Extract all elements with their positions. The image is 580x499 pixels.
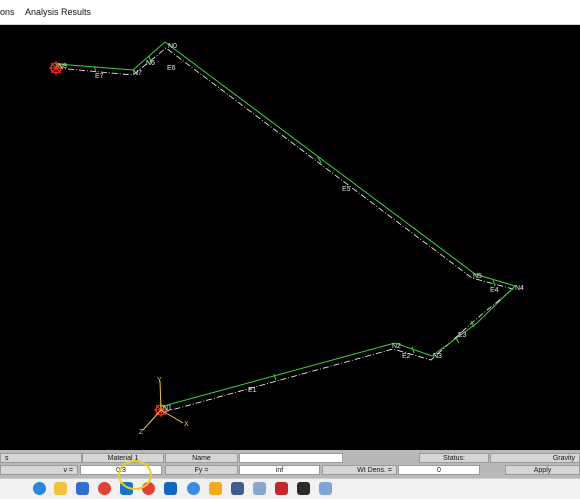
node-label-n1: N1 [163, 405, 172, 412]
axis-label-x: X [184, 421, 189, 428]
node-label-n7: N7 [133, 70, 142, 77]
axis-label-y: Y [157, 377, 162, 384]
gravity-label: Gravity [490, 453, 580, 463]
snipping-icon[interactable] [253, 482, 266, 495]
menu-results[interactable]: Results [61, 7, 91, 17]
calculator-icon[interactable] [231, 482, 244, 495]
name-label: Name [165, 453, 238, 463]
panel-left-label: s [0, 453, 82, 463]
app-window-icon[interactable] [319, 482, 332, 495]
poisson-input[interactable]: 0.3 [80, 465, 162, 475]
wt-dens-label: Wt Dens. = [322, 465, 397, 475]
element-label-e6: E6 [167, 65, 176, 72]
node-label-n0: N0 [168, 43, 177, 50]
fy-label: Fy = [165, 465, 238, 475]
file-explorer-icon[interactable] [54, 482, 67, 495]
element-label-e1: E1 [248, 387, 257, 394]
office-icon[interactable] [142, 482, 155, 495]
terminal-icon[interactable] [297, 482, 310, 495]
signal-icon[interactable] [187, 482, 200, 495]
status-label: Status: [419, 453, 489, 463]
node-label-n8: N8 [58, 63, 67, 70]
frame-model [49, 41, 516, 431]
app-red-icon[interactable] [275, 482, 288, 495]
axis-label-z: Z [139, 429, 144, 436]
paint-icon[interactable] [209, 482, 222, 495]
element-label-e5: E5 [342, 186, 351, 193]
node-label-n4: N4 [515, 285, 524, 292]
mail-icon[interactable] [164, 482, 177, 495]
node-label-n3: N3 [433, 353, 442, 360]
element-label-e7: E7 [95, 73, 104, 80]
element-label-e4: E4 [490, 287, 499, 294]
apply-button[interactable]: Apply [505, 465, 580, 475]
chrome-icon[interactable] [98, 482, 111, 495]
members [56, 41, 516, 408]
properties-panel: s Material 1 Name Status: Gravity v = 0.… [0, 450, 580, 478]
wt-dens-input[interactable]: 0 [398, 465, 480, 475]
model-canvas[interactable]: N8 N7 N6 N0 N5 N4 N3 N2 N1 E7 E6 E5 E4 E… [0, 25, 580, 450]
taskbar [0, 478, 580, 499]
element-label-e3: E3 [458, 332, 467, 339]
element-label-e2: E2 [402, 353, 411, 360]
outlook-icon[interactable] [120, 482, 133, 495]
node-label-n5: N5 [473, 273, 482, 280]
app-icon[interactable] [76, 482, 89, 495]
edge-icon[interactable] [33, 482, 46, 495]
menu-options[interactable]: ons [0, 7, 15, 17]
material-button[interactable]: Material 1 [82, 453, 164, 463]
name-input[interactable] [239, 453, 343, 463]
menu-bar: ons Analysis Results [0, 0, 580, 25]
menu-analysis[interactable]: Analysis [25, 7, 59, 17]
node-label-n2: N2 [392, 343, 401, 350]
poisson-label: v = [0, 465, 78, 475]
node-label-n6: N6 [146, 60, 155, 67]
fy-input[interactable]: inf [239, 465, 320, 475]
